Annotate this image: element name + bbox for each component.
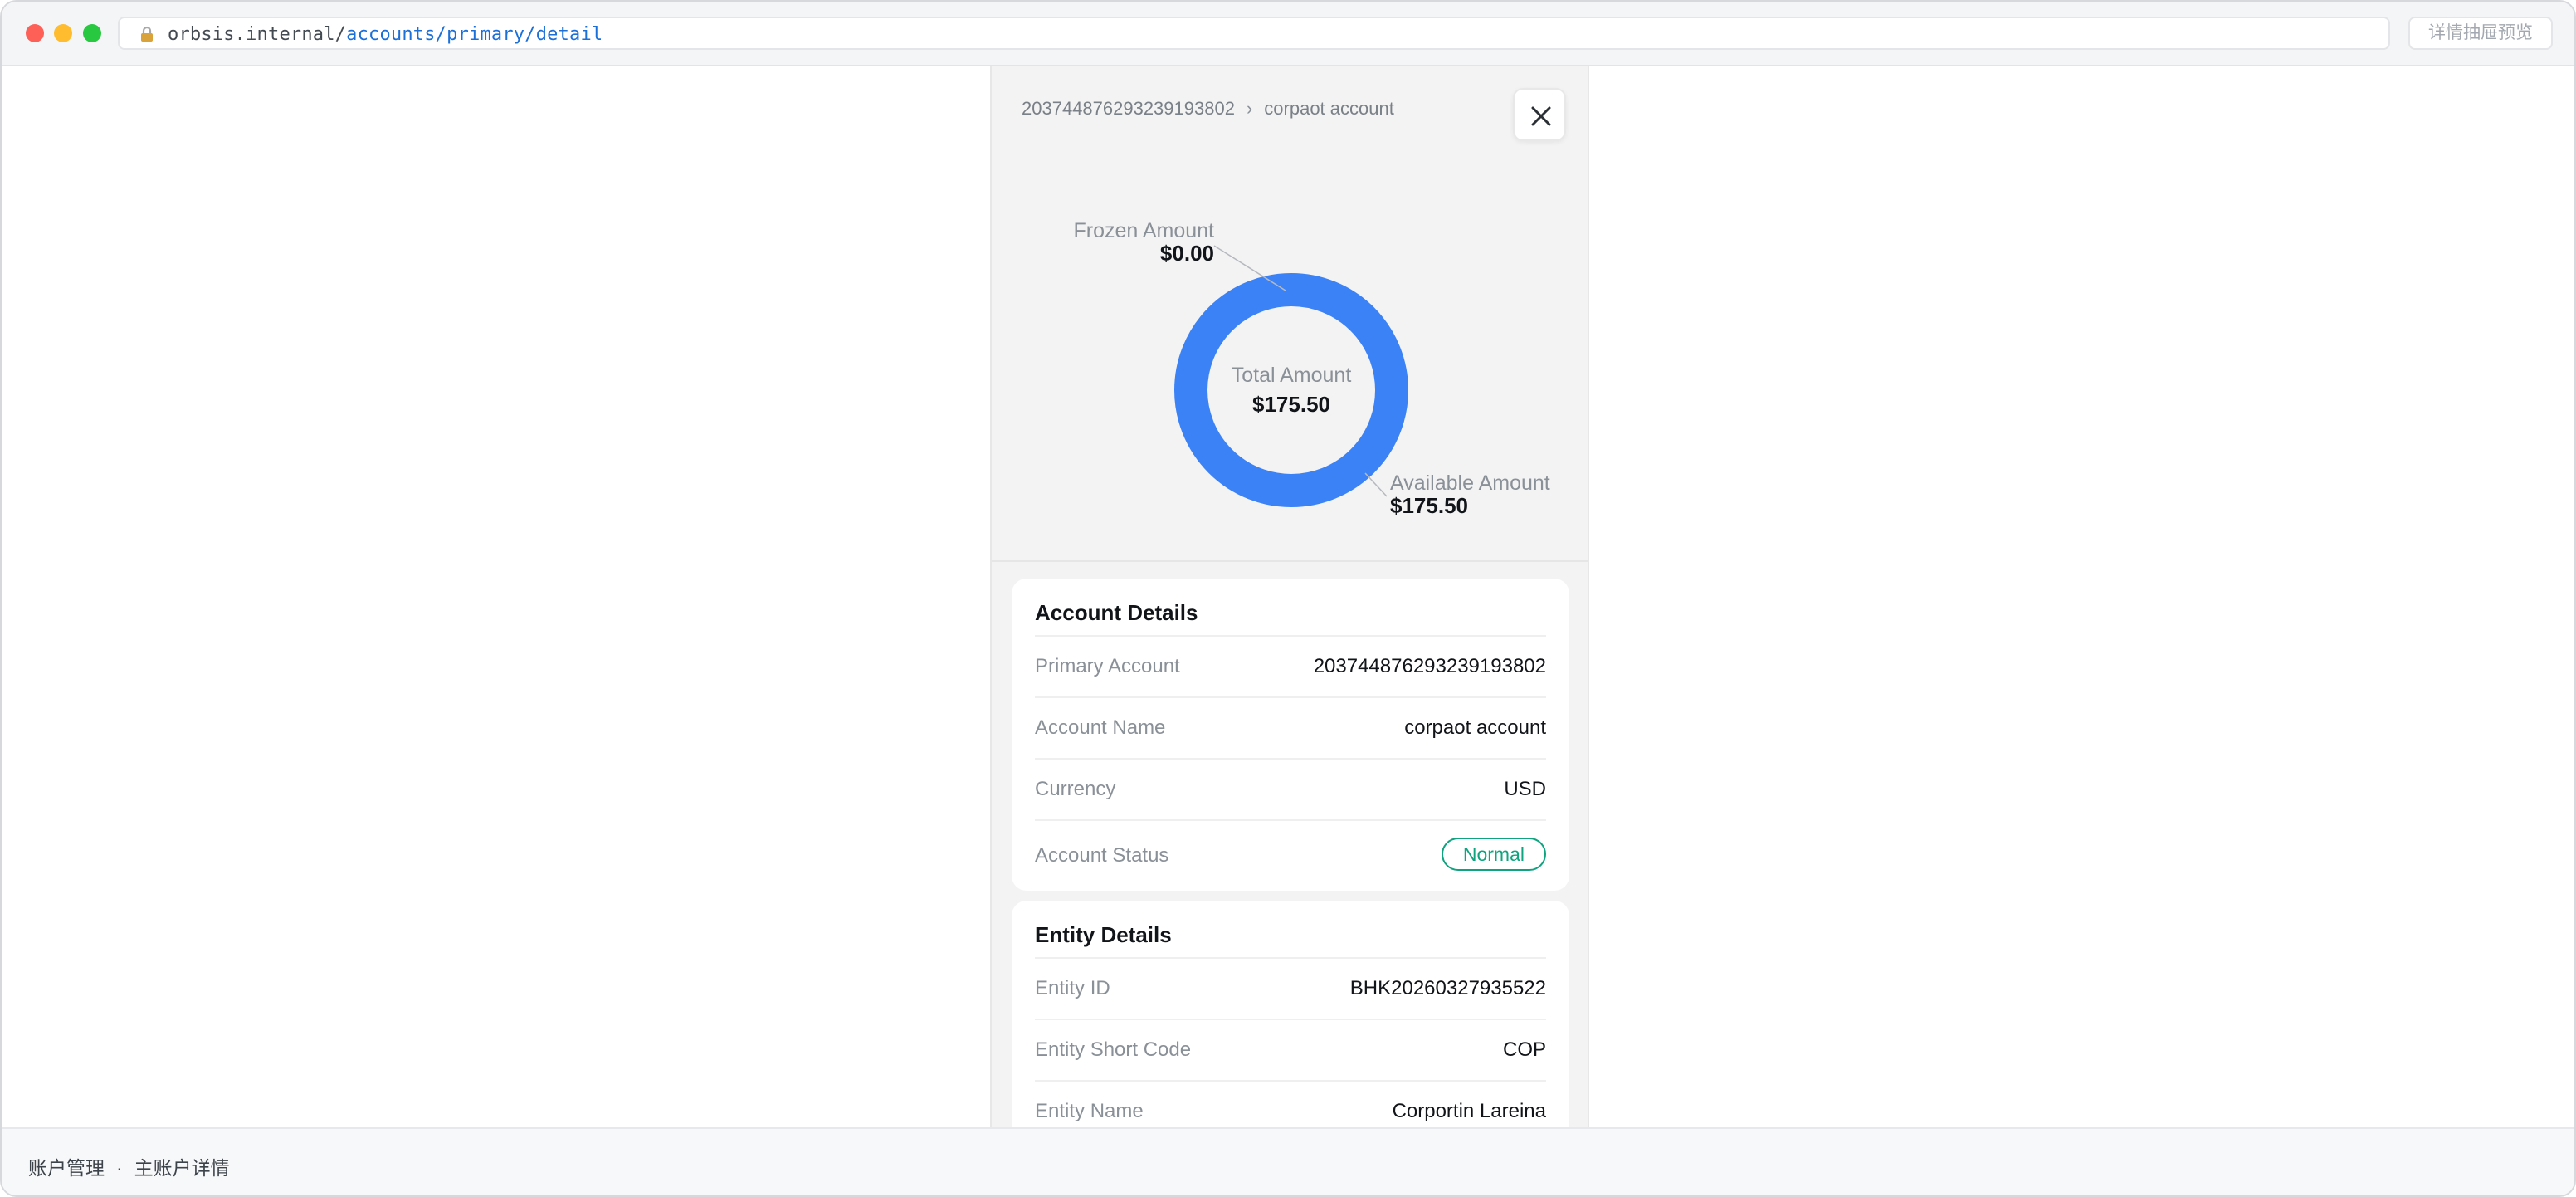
account-details-title: Account Details: [1035, 579, 1546, 637]
drawer-preview-button[interactable]: 详情抽屉预览: [2408, 17, 2553, 50]
detail-row-entity-id: Entity ID BHK20260327935522: [1035, 959, 1546, 1020]
breadcrumb-account-id[interactable]: 203744876293239193802: [1022, 98, 1235, 119]
detail-label: Entity Name: [1035, 1100, 1144, 1122]
browser-toolbar: orbsis.internal/accounts/primary/detail …: [2, 2, 2574, 66]
chart-slice-available-amount: [1174, 273, 1408, 507]
detail-value: USD: [1504, 778, 1546, 800]
account-details-card: Account Details Primary Account 20374487…: [1012, 579, 1569, 891]
detail-value: BHK20260327935522: [1349, 977, 1546, 999]
detail-value: COP: [1502, 1038, 1546, 1061]
chart-divider: [992, 560, 1588, 562]
detail-row-entity-name: Entity Name Corportin Lareina: [1035, 1082, 1546, 1127]
detail-value: corpaot account: [1404, 716, 1546, 739]
detail-row-account-status: Account Status Normal: [1035, 821, 1546, 891]
minimize-window-button[interactable]: [54, 24, 72, 42]
status-section: 账户管理: [28, 1157, 105, 1179]
zoom-window-button[interactable]: [83, 24, 101, 42]
status-separator: ·: [116, 1157, 123, 1179]
breadcrumb: 203744876293239193802 › corpaot account: [1022, 98, 1394, 120]
account-detail-drawer: 203744876293239193802 › corpaot account To…: [990, 66, 1589, 1127]
close-window-button[interactable]: [26, 24, 44, 42]
lock-icon: [141, 26, 153, 42]
address-bar[interactable]: orbsis.internal/accounts/primary/detail: [118, 17, 2390, 50]
detail-row-account-name: Account Name corpaot account: [1035, 698, 1546, 760]
detail-label: Entity ID: [1035, 977, 1110, 999]
url-host: orbsis.internal/: [168, 24, 347, 45]
browser-window: orbsis.internal/accounts/primary/detail …: [0, 0, 2576, 1197]
close-icon: [1531, 106, 1551, 126]
detail-label: Account Status: [1035, 844, 1169, 867]
status-page: 主账户详情: [134, 1157, 230, 1179]
url-path: accounts/primary/detail: [346, 24, 603, 45]
detail-row-entity-short-code: Entity Short Code COP: [1035, 1020, 1546, 1082]
chart-leader-line-available: [1364, 472, 1388, 497]
detail-label: Currency: [1035, 778, 1116, 800]
chart-label-frozen: Frozen Amount: [1073, 219, 1214, 242]
chart-center-label: Total Amount: [1232, 364, 1352, 387]
chart-center-value: $175.50: [1252, 392, 1330, 417]
url-text: orbsis.internal/accounts/primary/detail: [168, 23, 603, 46]
detail-label: Entity Short Code: [1035, 1038, 1192, 1061]
status-breadcrumb: 账户管理 · 主账户详情: [28, 1152, 230, 1180]
detail-label: Account Name: [1035, 716, 1166, 739]
detail-value: Corportin Lareina: [1392, 1100, 1546, 1122]
entity-details-title: Entity Details: [1035, 901, 1546, 959]
detail-value: 203744876293239193802: [1313, 655, 1546, 677]
chart-value-frozen: $0.00: [1160, 241, 1214, 266]
status-bar: 账户管理 · 主账户详情: [2, 1127, 2574, 1195]
balance-donut-chart: Total Amount $175.50 Frozen Amount $0.00…: [1073, 219, 1550, 518]
entity-details-card: Entity Details Entity ID BHK202603279355…: [1012, 901, 1569, 1127]
breadcrumb-account-name: corpaot account: [1264, 98, 1394, 119]
chart-value-available: $175.50: [1390, 493, 1468, 518]
detail-label: Primary Account: [1035, 655, 1180, 677]
chart-label-available: Available Amount: [1390, 471, 1550, 495]
status-badge: Normal: [1441, 838, 1546, 871]
detail-row-currency: Currency USD: [1035, 760, 1546, 821]
detail-row-primary-account: Primary Account 203744876293239193802: [1035, 637, 1546, 698]
close-drawer-button[interactable]: [1513, 88, 1566, 141]
breadcrumb-separator: ›: [1246, 98, 1253, 119]
